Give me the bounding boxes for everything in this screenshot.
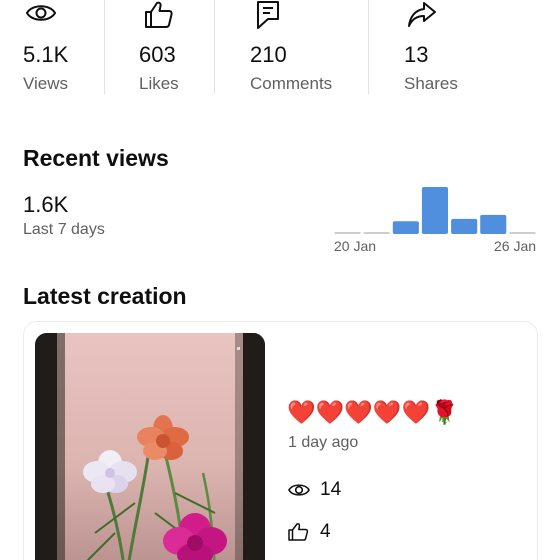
stat-views-label: Views [23,74,69,93]
recent-views-total: 1.6K [23,192,69,217]
eye-icon [25,0,57,30]
chart-bar[interactable] [392,221,419,234]
comment-icon [255,0,287,30]
chart-start-label: 20 Jan [334,238,377,254]
stats-row: 5.1K Views 603 Likes 210 Comments 13 Sha… [0,0,560,96]
stat-likes-value: 603 [139,42,176,67]
recent-views-period: Last 7 days [23,221,105,238]
recent-views-heading: Recent views [23,145,169,171]
stat-shares-value: 13 [404,42,429,67]
chart-end-label: 26 Jan [494,238,537,254]
chart-bar[interactable] [451,218,478,234]
stat-comments-value: 210 [250,42,287,67]
chart-bar[interactable] [363,232,390,234]
divider [104,0,105,94]
latest-creation-likes: 4 [320,521,331,542]
divider [214,0,215,94]
eye-icon [287,480,311,500]
chart-bar[interactable] [421,187,448,234]
video-thumbnail[interactable] [35,333,265,560]
latest-creation-time: 1 day ago [288,434,359,451]
divider [368,0,369,94]
stat-likes-label: Likes [139,74,179,93]
latest-creation-views: 14 [320,479,342,500]
thumbs-up-icon [143,0,175,30]
chart-bar[interactable] [334,232,361,234]
stat-views-value: 5.1K [23,42,69,67]
latest-creation-heading: Latest creation [23,283,187,309]
share-icon [406,0,438,30]
stat-comments-label: Comments [250,74,333,93]
chart-bar[interactable] [509,232,536,234]
latest-creation-title: ❤️❤️❤️❤️❤️🌹 [287,399,459,425]
thumbs-up-icon [287,522,311,542]
chart-bar[interactable] [480,214,507,234]
stat-shares-label: Shares [404,74,458,93]
